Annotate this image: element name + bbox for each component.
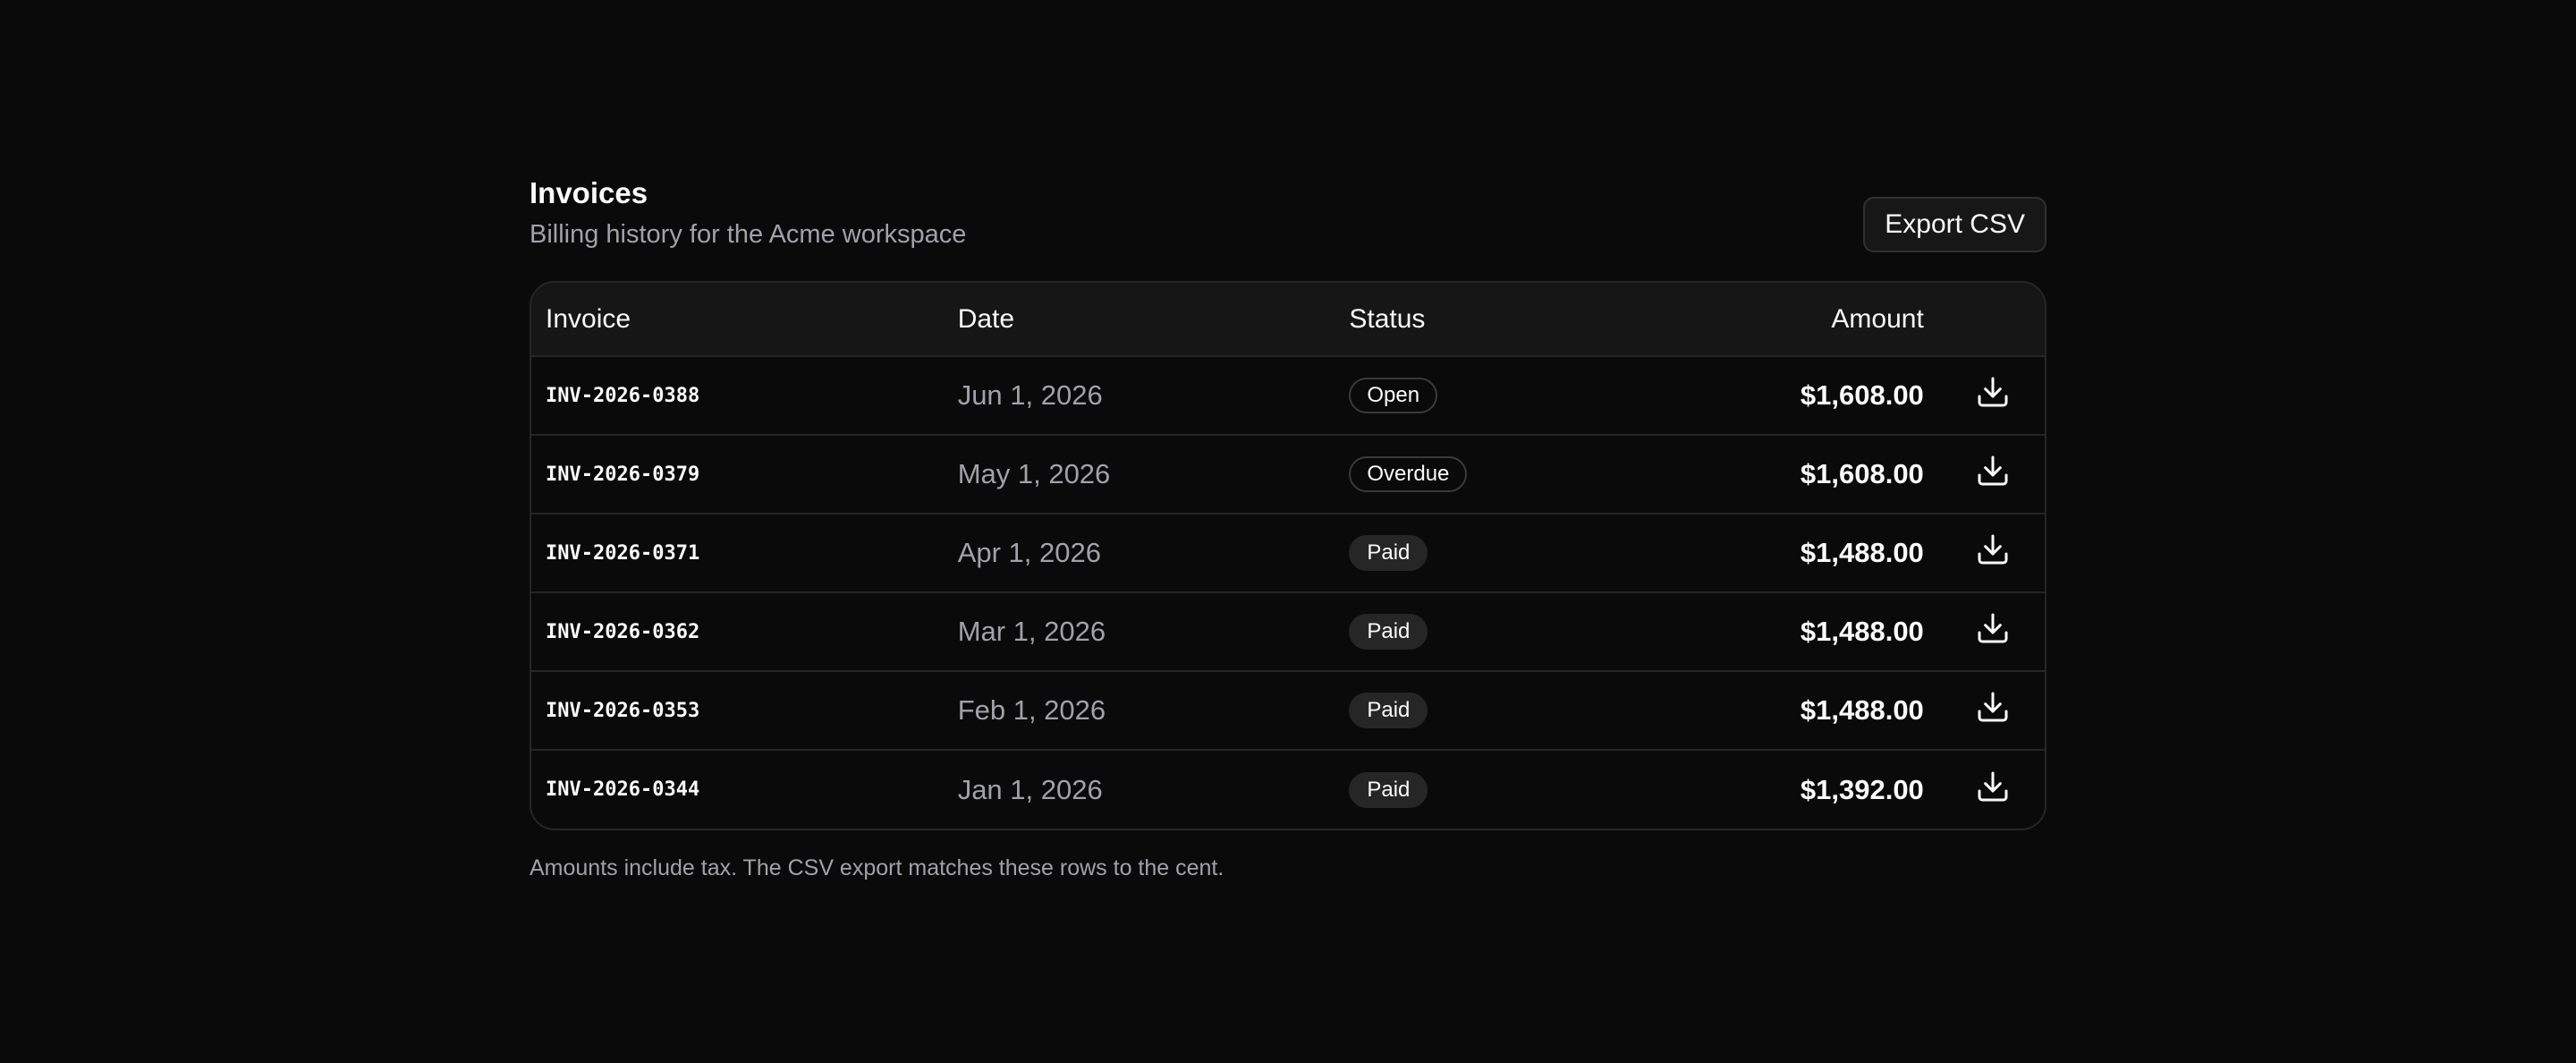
export-csv-button[interactable]: Export CSV (1863, 197, 2046, 252)
status-badge: Paid (1349, 614, 1428, 650)
table-row: INV-2026-0362 Mar 1, 2026 Paid $1,488.00 (531, 591, 2045, 671)
invoice-amount: $1,392.00 (1641, 749, 1942, 829)
status-badge: Paid (1349, 771, 1428, 808)
invoice-date: May 1, 2026 (943, 434, 1335, 514)
download-icon[interactable] (1975, 374, 2011, 410)
download-cell (1941, 591, 2045, 671)
download-icon[interactable] (1975, 532, 2011, 567)
status-cell: Overdue (1335, 434, 1642, 514)
invoice-amount: $1,488.00 (1641, 513, 1942, 592)
invoice-number[interactable]: INV-2026-0362 (531, 591, 944, 671)
table-row: INV-2026-0371 Apr 1, 2026 Paid $1,488.00 (531, 513, 2045, 592)
column-header-actions (1941, 283, 2045, 357)
download-cell (1941, 434, 2045, 514)
status-badge: Paid (1349, 693, 1428, 728)
download-cell (1942, 356, 2045, 435)
invoice-date: Feb 1, 2026 (943, 670, 1335, 750)
invoice-number[interactable]: INV-2026-0371 (531, 513, 944, 592)
table-header-row: Invoice Date Status Amount (531, 283, 2045, 357)
download-cell (1941, 749, 2045, 829)
status-badge: Overdue (1349, 456, 1468, 492)
column-header-status: Status (1335, 283, 1642, 357)
table-header: Invoice Date Status Amount (531, 283, 2045, 357)
invoice-number[interactable]: INV-2026-0379 (531, 434, 944, 514)
invoices-table-card: Invoice Date Status Amount INV-2026-0388… (530, 281, 2046, 830)
invoice-amount: $1,608.00 (1800, 379, 1924, 411)
footnote: Amounts include tax. The CSV export matc… (530, 855, 1224, 880)
invoice-amount: $1,488.00 (1641, 670, 1942, 750)
status-cell: Paid (1335, 591, 1642, 671)
table-body: INV-2026-0388 Jun 1, 2026 Open $1,608.00 INV… (531, 356, 2045, 829)
column-header-invoice: Invoice (531, 283, 944, 357)
download-icon[interactable] (1975, 769, 2011, 804)
status-badge: Open (1349, 378, 1438, 413)
download-cell (1941, 670, 2045, 750)
invoice-number[interactable]: INV-2026-0344 (531, 749, 944, 829)
invoice-date: Jun 1, 2026 (957, 379, 1103, 411)
status-cell: Paid (1335, 670, 1642, 750)
invoice-date: Jan 1, 2026 (943, 749, 1335, 829)
table-row: INV-2026-0353 Feb 1, 2026 Paid $1,488.00 (531, 670, 2045, 750)
invoice-date: Apr 1, 2026 (943, 513, 1335, 592)
page-subtitle: Billing history for the Acme workspace (530, 220, 967, 249)
download-icon[interactable] (1975, 610, 2011, 646)
download-cell (1941, 513, 2045, 592)
status-cell: Paid (1335, 749, 1642, 829)
download-icon[interactable] (1975, 453, 2011, 489)
invoice-amount: $1,608.00 (1641, 434, 1942, 514)
status-cell: Open (1335, 356, 1641, 435)
table-row: INV-2026-0379 May 1, 2026 Overdue $1,608.00 (531, 434, 2045, 514)
invoice-number[interactable]: INV-2026-0353 (531, 670, 944, 750)
invoice-number[interactable]: INV-2026-0388 (531, 356, 944, 435)
invoice-amount: $1,488.00 (1641, 591, 1942, 671)
page-title: Invoices (530, 176, 648, 209)
status-badge: Paid (1349, 535, 1428, 571)
download-icon[interactable] (1975, 689, 2011, 725)
column-header-date: Date (943, 283, 1335, 357)
invoices-table: Invoice Date Status Amount INV-2026-0388… (531, 283, 2045, 829)
invoices-page: Invoices Billing history for the Acme wo… (530, 175, 2046, 882)
page-header: Invoices Billing history for the Acme wo… (530, 175, 2046, 252)
invoice-date: Mar 1, 2026 (943, 591, 1335, 671)
table-row: INV-2026-0344 Jan 1, 2026 Paid $1,392.00 (531, 749, 2045, 829)
status-cell: Paid (1335, 513, 1642, 592)
column-header-amount: Amount (1641, 283, 1942, 357)
table-row: INV-2026-0388 Jun 1, 2026 Open $1,608.00 (531, 356, 2045, 435)
